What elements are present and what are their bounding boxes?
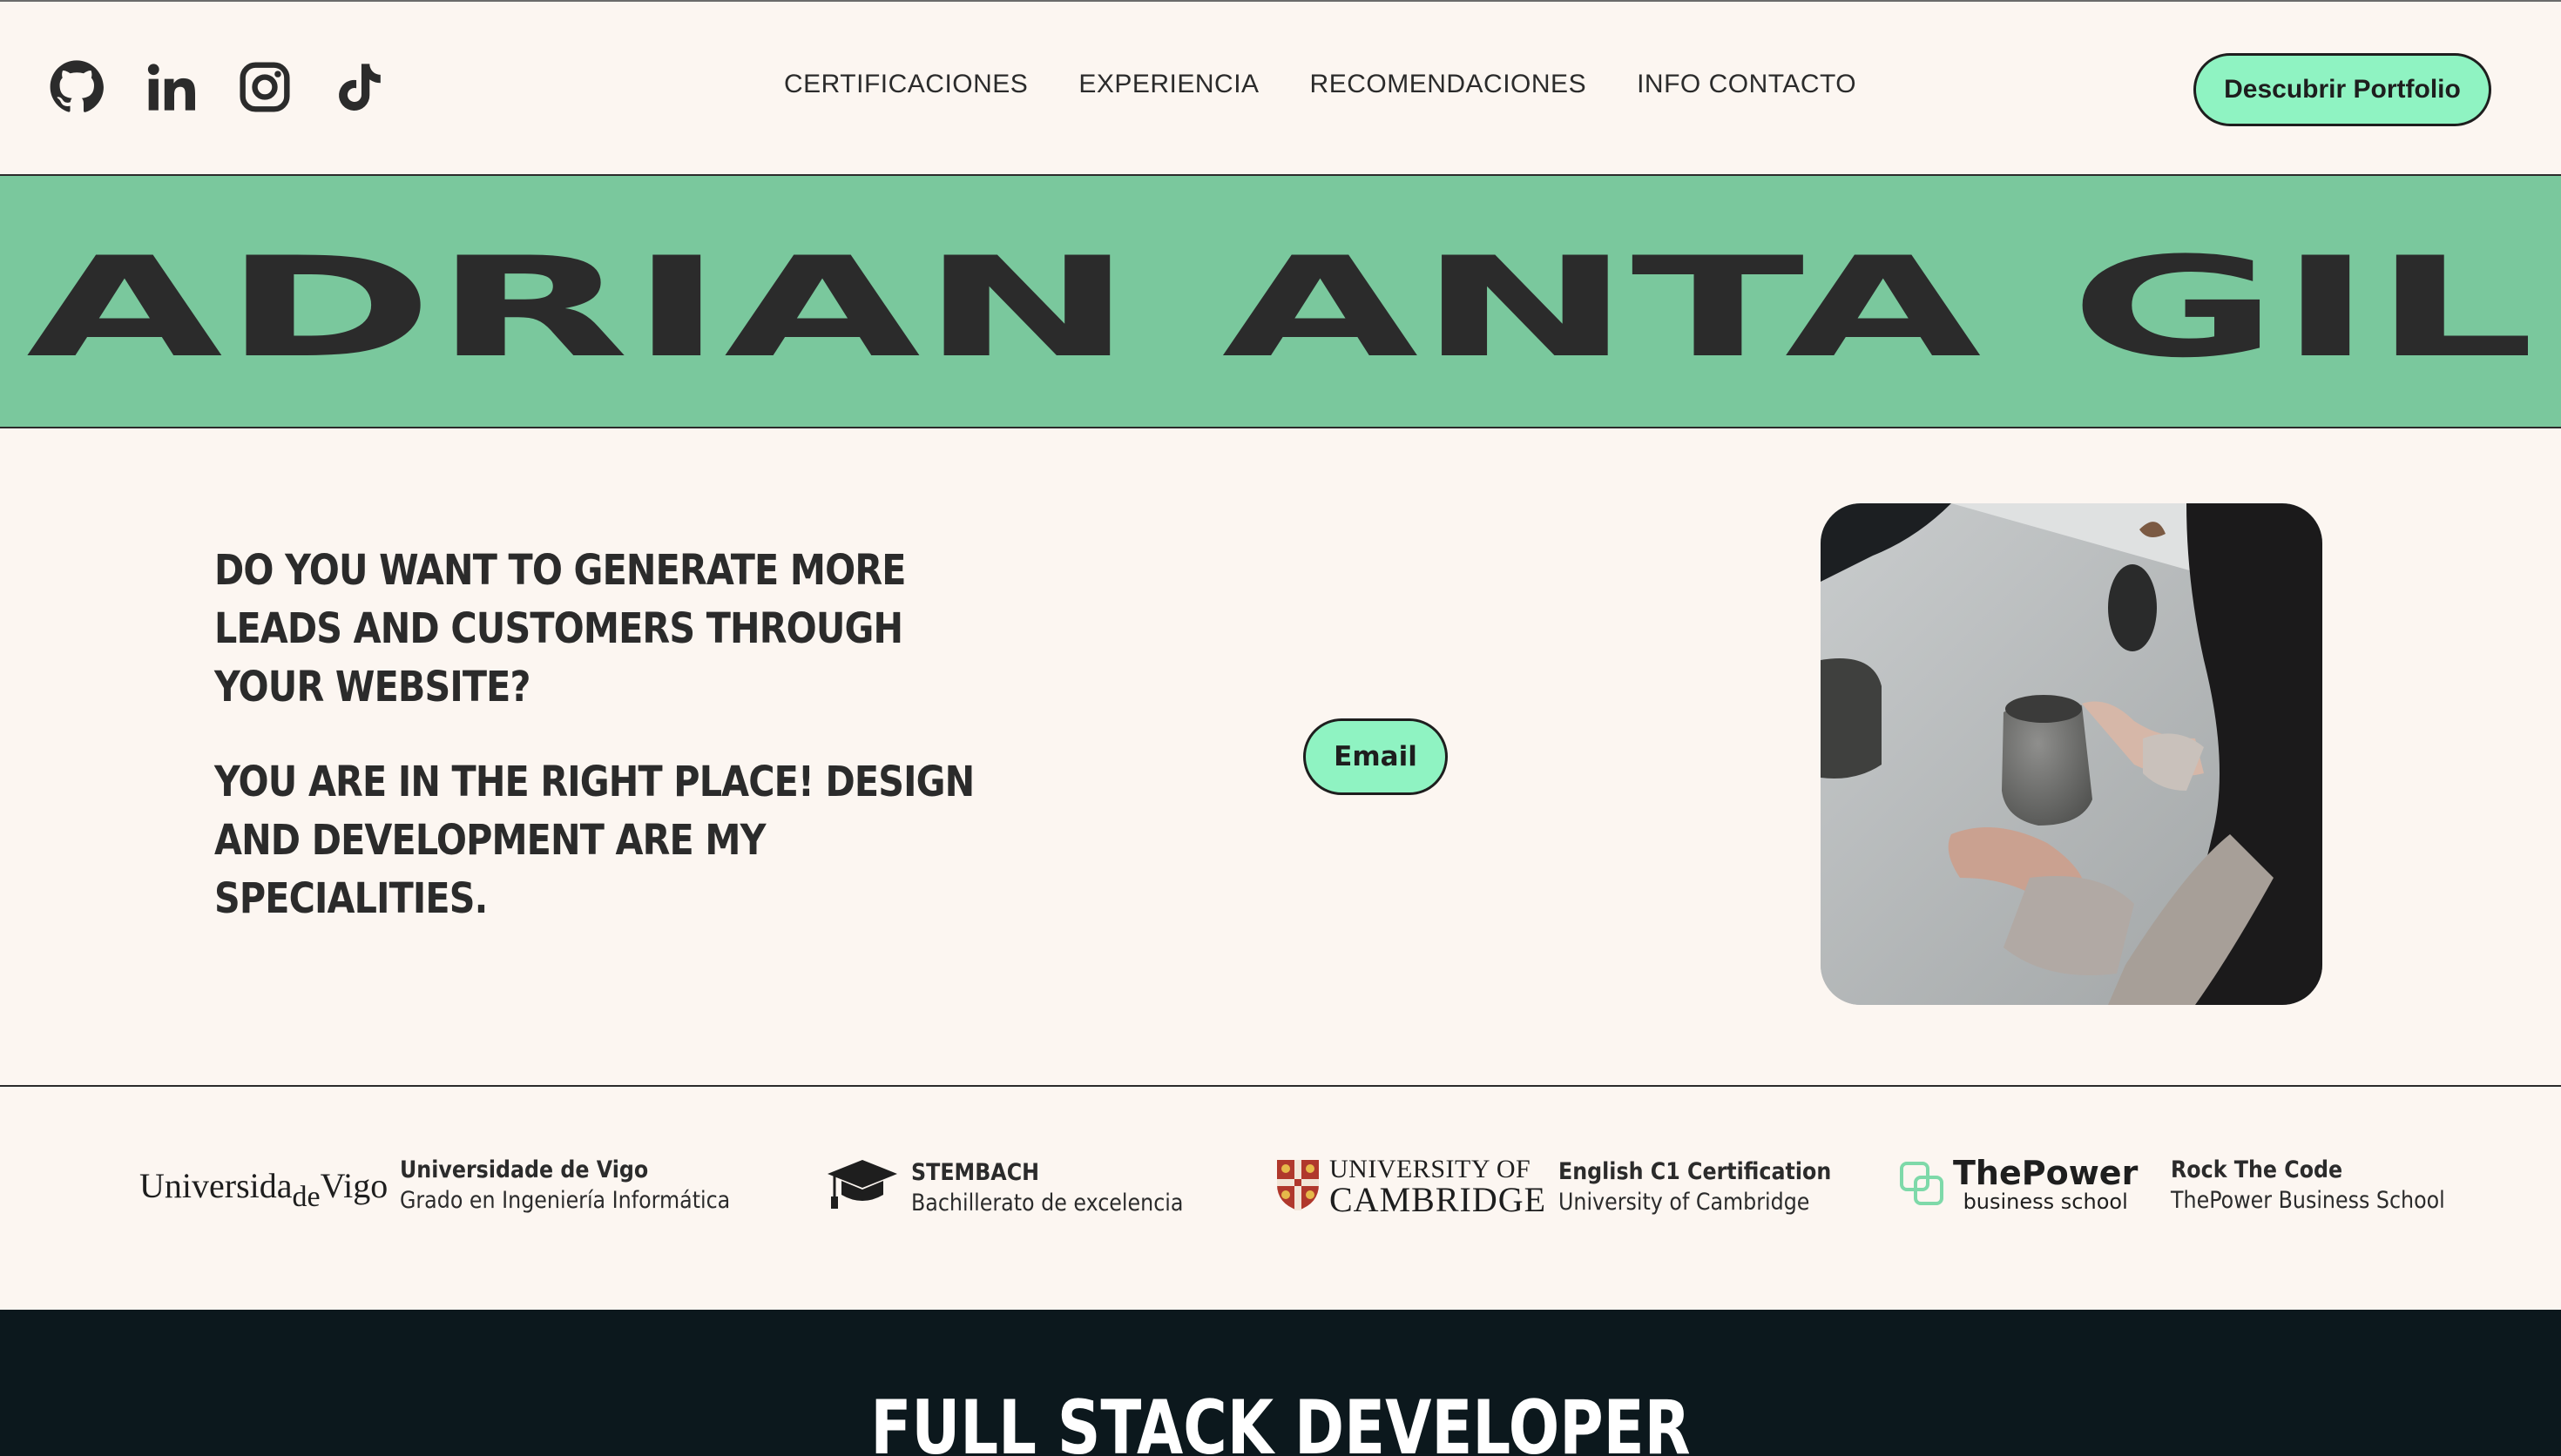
credential-title: STEMBACH [911, 1158, 1040, 1186]
full-stack-section: FULL STACK DEVELOPER [0, 1310, 2561, 1456]
credential-subtitle: Bachillerato de excelencia [911, 1189, 1184, 1217]
thepower-logo: ThePower business school [1899, 1156, 2138, 1214]
thepower-logo-line1: ThePower [1953, 1154, 2139, 1192]
hero-photo [1821, 503, 2322, 1005]
cambridge-logo-line1: UNIVERSITY OF [1329, 1155, 1531, 1183]
email-button[interactable]: Email [1303, 718, 1448, 795]
main-nav: CERTIFICACIONES EXPERIENCIA RECOMENDACIO… [784, 70, 1856, 99]
credential-thepower: ThePower business school Rock The Code T… [1899, 1156, 2483, 1214]
section-title: FULL STACK DEVELOPER [870, 1385, 1691, 1456]
uvigo-logo: UniversidadeVigo [139, 1165, 389, 1213]
credential-subtitle: University of Cambridge [1558, 1189, 1810, 1216]
cambridge-logo-line2: CAMBRIDGE [1329, 1180, 1547, 1219]
thepower-mark-icon [1899, 1161, 1944, 1210]
nav-item-info-contacto[interactable]: INFO CONTACTO [1637, 70, 1856, 99]
hero-statement: YOU ARE IN THE RIGHT PLACE! DESIGN AND D… [214, 758, 975, 923]
credential-title: English C1 Certification [1558, 1158, 1832, 1185]
credential-title: Universidade de Vigo [400, 1156, 649, 1183]
banner-name-text: ADRIAN ANTA GIL [26, 228, 2535, 388]
social-links [49, 59, 387, 115]
credential-stembach: STEMBACH Bachillerato de excelencia [826, 1156, 1220, 1218]
hero-question: DO YOU WANT TO GENERATE MORE LEADS AND C… [214, 546, 906, 711]
credential-subtitle: Grado en Ingeniería Informática [400, 1187, 731, 1214]
name-banner: ADRIAN ANTA GIL [0, 176, 2561, 428]
cambridge-logo: UNIVERSITY OF CAMBRIDGE [1275, 1156, 1546, 1217]
hero-text: DO YOU WANT TO GENERATE MORE LEADS AND C… [214, 542, 998, 928]
credential-subtitle: ThePower Business School [2171, 1187, 2446, 1214]
cambridge-shield-icon [1275, 1158, 1321, 1217]
thepower-logo-line2: business school [1963, 1190, 2128, 1214]
tiktok-icon[interactable] [331, 59, 387, 115]
credential-uvigo: UniversidadeVigo Universidade de Vigo Gr… [139, 1156, 775, 1214]
linkedin-icon[interactable] [143, 59, 199, 115]
credential-title: Rock The Code [2171, 1156, 2343, 1183]
nav-item-experiencia[interactable]: EXPERIENCIA [1078, 70, 1259, 99]
site-header: CERTIFICACIONES EXPERIENCIA RECOMENDACIO… [0, 0, 2561, 176]
instagram-icon[interactable] [237, 59, 293, 115]
github-icon[interactable] [49, 59, 105, 115]
nav-item-recomendaciones[interactable]: RECOMENDACIONES [1310, 70, 1587, 99]
nav-item-certificaciones[interactable]: CERTIFICACIONES [784, 70, 1028, 99]
discover-portfolio-button[interactable]: Descubrir Portfolio [2193, 53, 2491, 126]
banner-name: ADRIAN ANTA GIL [26, 228, 2535, 388]
credential-cambridge: UNIVERSITY OF CAMBRIDGE English C1 Certi… [1275, 1156, 1868, 1217]
graduation-cap-icon [826, 1156, 899, 1218]
credentials-strip: UniversidadeVigo Universidade de Vigo Gr… [0, 1085, 2561, 1310]
